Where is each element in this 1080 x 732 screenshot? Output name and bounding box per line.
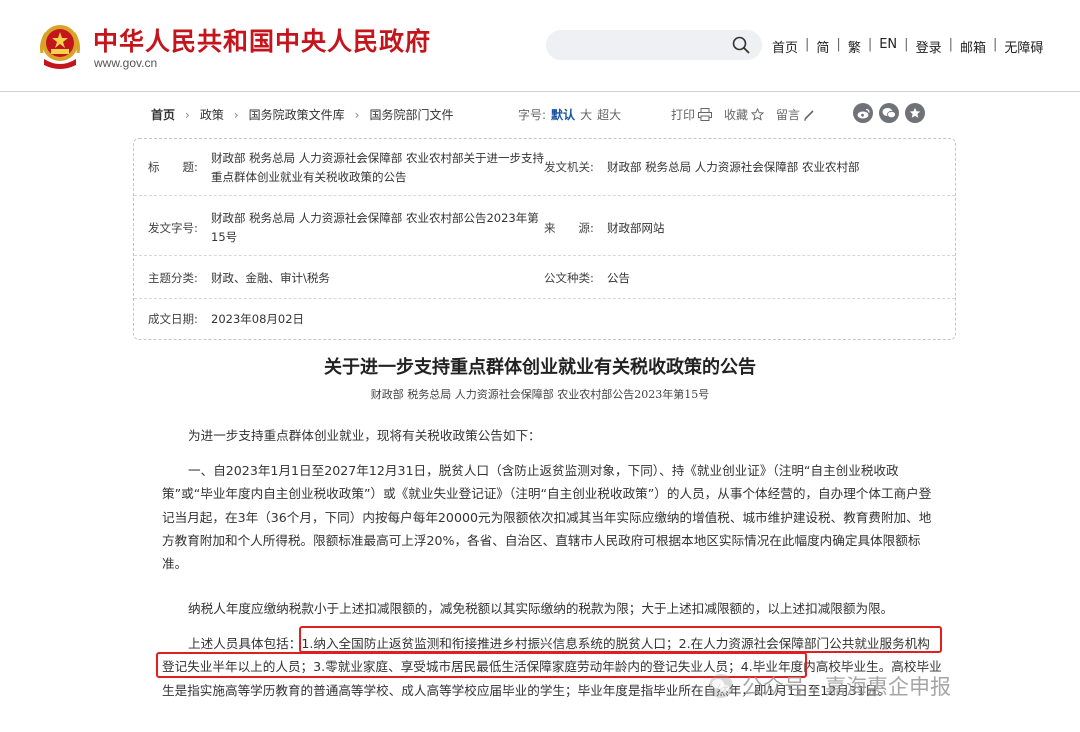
site-title[interactable]: 中华人民共和国中央人民政府 xyxy=(93,22,431,58)
meta-source-value: 财政部网站 xyxy=(607,221,665,235)
comment-button[interactable]: 留言 xyxy=(776,106,815,123)
star-outline-icon xyxy=(751,108,765,121)
national-emblem-icon[interactable] xyxy=(38,23,82,71)
breadcrumb-policy-library[interactable]: 国务院政策文件库 xyxy=(249,106,345,123)
article-paragraph: 为进一步支持重点群体创业就业，现将有关税收政策公告如下： xyxy=(188,428,541,443)
nav-accessibility-link[interactable]: 无障碍 xyxy=(1004,37,1043,56)
meta-source-label: 来 源: xyxy=(544,221,594,235)
article-tools: 打印 收藏 留言 xyxy=(671,106,827,123)
favorite-label: 收藏 xyxy=(724,108,749,122)
breadcrumb: 首页 › 政策 › 国务院政策文件库 › 国务院部门文件 xyxy=(151,106,454,123)
pencil-icon xyxy=(804,109,814,120)
nav-divider: | xyxy=(904,37,909,52)
site-header: 中华人民共和国中央人民政府 www.gov.cn 首页 | 简 | 繁 | EN | 登… xyxy=(0,0,1080,92)
watermark-text: 公众号 · 嘉海惠企申报 xyxy=(742,675,952,699)
font-size-default[interactable]: 默认 xyxy=(551,106,575,123)
search-icon[interactable] xyxy=(732,36,750,54)
star-icon[interactable] xyxy=(905,103,925,123)
print-label: 打印 xyxy=(671,108,696,122)
font-size-label: 字号: xyxy=(518,108,547,122)
article-title: 关于进一步支持重点群体创业就业有关税收政策的公告 xyxy=(324,357,756,378)
comment-label: 留言 xyxy=(776,108,801,122)
nav-english-link[interactable]: EN xyxy=(879,37,897,56)
share-bar xyxy=(853,103,925,123)
nav-mail-link[interactable]: 邮箱 xyxy=(960,37,986,56)
font-size-large[interactable]: 大 xyxy=(580,106,592,123)
print-button[interactable]: 打印 xyxy=(671,106,713,123)
site-url[interactable]: www.gov.cn xyxy=(94,56,157,70)
nav-divider: | xyxy=(992,37,998,52)
meta-docno-label: 发文字号: xyxy=(148,221,198,235)
nav-home-link[interactable]: 首页 xyxy=(772,37,798,56)
document-metadata: 标 题: 财政部 税务总局 人力资源社会保障部 农业农村部关于进一步支持重点群体… xyxy=(133,138,956,340)
chevron-right-icon: › xyxy=(185,107,190,122)
meta-date-label: 成文日期: xyxy=(148,312,198,326)
meta-issuer-label: 发文机关: xyxy=(544,160,594,174)
meta-docno-value: 财政部 税务总局 人力资源社会保障部 农业农村部公告2023年第15号 xyxy=(211,211,539,244)
meta-title-label: 标 题: xyxy=(148,160,198,174)
wechat-official-account-icon xyxy=(709,674,733,698)
article-paragraph: 一、自2023年1月1日至2027年12月31日，脱贫人口（含防止返贫监测对象，… xyxy=(162,463,932,572)
wechat-icon[interactable] xyxy=(879,103,899,123)
font-size-switcher: 字号: 默认 大 超大 xyxy=(518,106,621,123)
meta-divider xyxy=(134,195,955,196)
printer-icon xyxy=(698,108,713,121)
weibo-icon[interactable] xyxy=(853,103,873,123)
chevron-right-icon: › xyxy=(233,107,239,122)
meta-topic-label: 主题分类: xyxy=(148,271,198,285)
meta-title-value: 财政部 税务总局 人力资源社会保障部 农业农村部关于进一步支持重点群体创业就业有… xyxy=(211,151,544,184)
highlight-box-line1 xyxy=(299,626,942,653)
nav-divider: | xyxy=(948,37,953,52)
font-size-xlarge[interactable]: 超大 xyxy=(597,106,621,123)
meta-date-value: 2023年08月02日 xyxy=(211,312,305,326)
nav-login-link[interactable]: 登录 xyxy=(916,37,942,56)
meta-topic-value: 财政、金融、审计\税务 xyxy=(211,271,330,285)
nav-divider: | xyxy=(805,37,810,52)
meta-type-label: 公文种类: xyxy=(544,271,594,285)
search-input[interactable] xyxy=(546,30,762,60)
chevron-right-icon: › xyxy=(354,107,360,122)
nav-divider: | xyxy=(836,37,841,52)
nav-simplified-link[interactable]: 简 xyxy=(816,37,829,56)
breadcrumb-home[interactable]: 首页 xyxy=(151,106,175,123)
nav-traditional-link[interactable]: 繁 xyxy=(848,37,861,56)
meta-divider xyxy=(134,298,955,299)
meta-issuer-value: 财政部 税务总局 人力资源社会保障部 农业农村部 xyxy=(607,160,860,174)
top-nav: 首页 | 简 | 繁 | EN | 登录 | 邮箱 | 无障碍 xyxy=(772,37,1043,56)
article-paragraph: 纳税人年度应缴纳税款小于上述扣减限额的，减免税额以其实际缴纳的税款为限；大于上述… xyxy=(188,601,894,616)
watermark: 公众号 · 嘉海惠企申报 xyxy=(708,671,951,701)
breadcrumb-policy[interactable]: 政策 xyxy=(200,106,224,123)
meta-type-value: 公告 xyxy=(607,271,630,285)
nav-divider: | xyxy=(867,37,873,52)
favorite-button[interactable]: 收藏 xyxy=(724,106,765,123)
meta-divider xyxy=(134,255,955,256)
breadcrumb-department-docs[interactable]: 国务院部门文件 xyxy=(369,106,453,123)
article-doc-number: 财政部 税务总局 人力资源社会保障部 农业农村部公告2023年第15号 xyxy=(370,388,710,401)
